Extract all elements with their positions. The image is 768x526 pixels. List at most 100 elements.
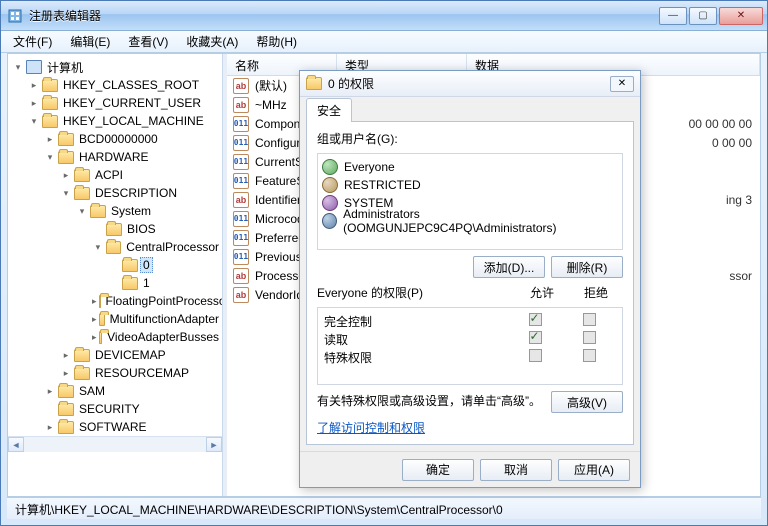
permission-row: 完全控制 (324, 312, 616, 330)
dialog-close-button[interactable]: ✕ (610, 76, 634, 92)
tab-security[interactable]: 安全 (306, 98, 352, 122)
menu-help[interactable]: 帮助(H) (248, 31, 305, 52)
tab-page: 组或用户名(G): EveryoneRESTRICTEDSYSTEMAdmini… (306, 121, 634, 445)
allow-checkbox[interactable] (529, 331, 542, 344)
tree-resourcemap[interactable]: ▸RESOURCEMAP (60, 364, 222, 382)
folder-icon (74, 187, 90, 200)
folder-icon (58, 133, 74, 146)
menu-favorites[interactable]: 收藏夹(A) (178, 31, 246, 52)
value-data: 0 00 00 (712, 136, 760, 150)
tree-floatingpoint[interactable]: ▸FloatingPointProcessor (92, 292, 222, 310)
user-row[interactable]: Everyone (322, 158, 618, 176)
folder-icon (106, 223, 122, 236)
app-icon (7, 8, 23, 24)
tree-hscrollbar[interactable]: ◄► (8, 436, 222, 452)
tree-hkcr[interactable]: ▸HKEY_CLASSES_ROOT (28, 76, 222, 94)
apply-button[interactable]: 应用(A) (558, 459, 630, 481)
tree-bios[interactable]: BIOS (92, 220, 222, 238)
permissions-dialog: 0 的权限 ✕ 安全 组或用户名(G): EveryoneRESTRICTEDS… (299, 70, 641, 488)
content-area: ▾计算机 ▸HKEY_CLASSES_ROOT ▸HKEY_CURRENT_US… (7, 53, 761, 497)
binary-value-icon: 011 (233, 154, 249, 170)
tree-security[interactable]: SECURITY (44, 400, 222, 418)
tree-multifunction[interactable]: ▸MultifunctionAdapter (92, 310, 222, 328)
user-row[interactable]: Administrators (OOMGUNJEPC9C4PQ\Administ… (322, 212, 618, 230)
deny-checkbox[interactable] (583, 331, 596, 344)
user-icon (322, 177, 338, 193)
user-name: Administrators (OOMGUNJEPC9C4PQ\Administ… (343, 207, 618, 235)
tree-videoadapter[interactable]: ▸VideoAdapterBusses (92, 328, 222, 346)
folder-icon (122, 277, 138, 290)
dialog-title: 0 的权限 (328, 75, 610, 92)
user-name: RESTRICTED (344, 178, 421, 192)
string-value-icon: ab (233, 287, 249, 303)
string-value-icon: ab (233, 97, 249, 113)
folder-icon (58, 403, 74, 416)
permission-name: 完全控制 (324, 313, 508, 330)
deny-checkbox[interactable] (583, 313, 596, 326)
folder-icon (42, 97, 58, 110)
tree-devicemap[interactable]: ▸DEVICEMAP (60, 346, 222, 364)
folder-icon (90, 205, 106, 218)
binary-value-icon: 011 (233, 230, 249, 246)
titlebar[interactable]: 注册表编辑器 — ▢ ✕ (1, 1, 767, 31)
allow-header: 允许 (515, 284, 569, 301)
user-icon (322, 195, 338, 211)
user-icon (322, 159, 338, 175)
folder-icon (99, 313, 105, 326)
add-button[interactable]: 添加(D)... (473, 256, 545, 278)
menu-edit[interactable]: 编辑(E) (62, 31, 118, 52)
allow-checkbox[interactable] (529, 349, 542, 362)
deny-checkbox[interactable] (583, 349, 596, 362)
string-value-icon: ab (233, 78, 249, 94)
dialog-titlebar[interactable]: 0 的权限 ✕ (300, 71, 640, 97)
menubar: 文件(F) 编辑(E) 查看(V) 收藏夹(A) 帮助(H) (1, 31, 767, 53)
tree-hkcu[interactable]: ▸HKEY_CURRENT_USER (28, 94, 222, 112)
cancel-button[interactable]: 取消 (480, 459, 552, 481)
tree-software[interactable]: ▸SOFTWARE (44, 418, 222, 436)
value-list-pane: 名称 类型 数据 ab(默认)ab~MHz011Component Inform… (227, 54, 760, 496)
maximize-button[interactable]: ▢ (689, 7, 717, 25)
computer-icon (26, 60, 42, 74)
folder-icon (74, 367, 90, 380)
folder-icon (99, 331, 103, 344)
tree-hardware[interactable]: ▾HARDWARE (44, 148, 222, 166)
folder-icon (74, 169, 90, 182)
perm-for-label: Everyone 的权限(P) (317, 284, 515, 301)
advanced-button[interactable]: 高级(V) (551, 391, 623, 413)
tree-bcd[interactable]: ▸BCD00000000 (44, 130, 222, 148)
advanced-hint: 有关特殊权限或高级设置，请单击“高级”。 (317, 394, 543, 410)
menu-view[interactable]: 查看(V) (120, 31, 176, 52)
folder-icon (122, 259, 138, 272)
menu-file[interactable]: 文件(F) (5, 31, 60, 52)
tree-sam[interactable]: ▸SAM (44, 382, 222, 400)
binary-value-icon: 011 (233, 135, 249, 151)
folder-icon (58, 421, 74, 434)
permission-name: 特殊权限 (324, 349, 508, 366)
binary-value-icon: 011 (233, 249, 249, 265)
tree-pane[interactable]: ▾计算机 ▸HKEY_CLASSES_ROOT ▸HKEY_CURRENT_US… (8, 54, 223, 496)
allow-checkbox[interactable] (529, 313, 542, 326)
ok-button[interactable]: 确定 (402, 459, 474, 481)
value-data: ssor (729, 269, 760, 283)
close-button[interactable]: ✕ (719, 7, 763, 25)
permissions-list: 完全控制读取特殊权限 (317, 307, 623, 385)
user-row[interactable]: RESTRICTED (322, 176, 618, 194)
binary-value-icon: 011 (233, 173, 249, 189)
tree-hklm[interactable]: ▾HKEY_LOCAL_MACHINE (28, 112, 222, 130)
tree-cpu-1[interactable]: 1 (108, 274, 222, 292)
binary-value-icon: 011 (233, 116, 249, 132)
learn-link[interactable]: 了解访问控制和权限 (317, 421, 425, 435)
status-bar: 计算机\HKEY_LOCAL_MACHINE\HARDWARE\DESCRIPT… (7, 497, 761, 519)
tree-description[interactable]: ▾DESCRIPTION (60, 184, 222, 202)
tab-strip: 安全 (300, 97, 640, 121)
folder-icon (106, 241, 122, 254)
tree-acpi[interactable]: ▸ACPI (60, 166, 222, 184)
user-icon (322, 213, 337, 229)
tree-centralprocessor[interactable]: ▾CentralProcessor (92, 238, 222, 256)
tree-cpu-0[interactable]: 0 (108, 256, 222, 274)
tree-system[interactable]: ▾System (76, 202, 222, 220)
minimize-button[interactable]: — (659, 7, 687, 25)
tree-root[interactable]: ▾计算机 (12, 58, 222, 76)
user-list[interactable]: EveryoneRESTRICTEDSYSTEMAdministrators (… (317, 153, 623, 250)
remove-button[interactable]: 删除(R) (551, 256, 623, 278)
